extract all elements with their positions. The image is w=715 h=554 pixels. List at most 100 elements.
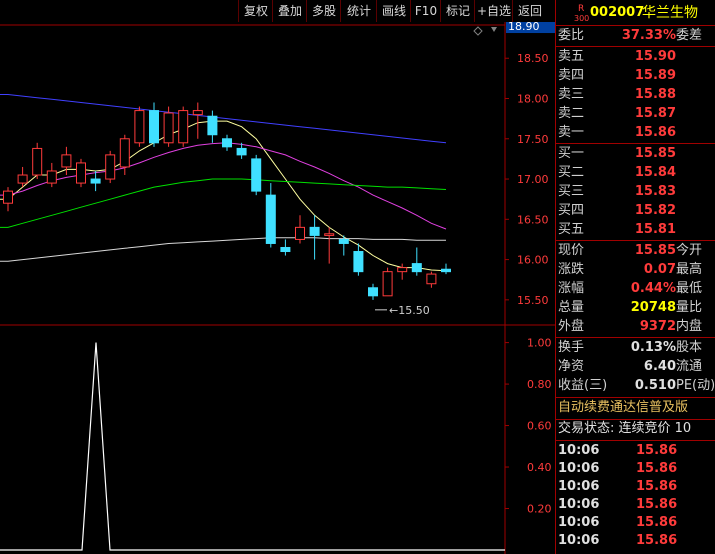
candle-body	[46, 170, 57, 184]
tick-time: 10:06	[558, 479, 600, 494]
toolbar-button-1[interactable]: 叠加	[272, 0, 307, 22]
ask-row-value: 15.86	[634, 125, 676, 140]
candle-body	[309, 226, 320, 236]
order-ratio-label: 委比	[558, 28, 585, 43]
tick-row: 10:06 15.86	[556, 496, 715, 514]
ask-row: 卖四 15.89	[556, 67, 715, 85]
candle-body	[119, 138, 130, 168]
toolbar-button-2[interactable]: 多股	[306, 0, 341, 22]
indicator-line	[0, 342, 505, 551]
low-annotation-label: ←15.50	[389, 304, 430, 317]
dropdown-icon	[491, 27, 497, 32]
bid-row-value: 15.81	[634, 222, 676, 237]
candle-body	[163, 112, 174, 144]
price-tick-label: 16.50	[517, 213, 549, 226]
candle-body	[105, 154, 116, 180]
candle-body	[251, 158, 262, 192]
candle-body	[295, 226, 305, 240]
indicator-tick-label: 0.20	[527, 503, 552, 516]
ask-row-label: 卖五	[558, 49, 585, 64]
finance-row-value: 0.13%	[630, 340, 676, 355]
bid-row-value: 15.83	[634, 184, 676, 199]
quote-panel: R 300 002007 华兰生物 委比 37.33% 委差 卖五 15.90 卖四…	[555, 0, 715, 554]
toolbar-button-7[interactable]: +自选	[474, 0, 513, 22]
trade-status-row: 交易状态: 连续竞价 10	[556, 420, 715, 438]
ask-row: 卖一 15.86	[556, 124, 715, 142]
indicator-tick-label: 0.40	[527, 461, 552, 474]
quote-row-label: 总量	[558, 300, 585, 315]
indicator-tick-label: 0.80	[527, 378, 552, 391]
bid-row: 买五 15.81	[556, 221, 715, 239]
tick-time: 10:06	[558, 461, 600, 476]
tick-price: 15.86	[636, 479, 678, 494]
quote-row: 总量 20748 量比	[556, 299, 715, 317]
ask-row: 卖五 15.90	[556, 48, 715, 66]
toolbar-button-8[interactable]: 返回	[512, 0, 547, 22]
ma-line	[0, 178, 447, 228]
quote-row-label2: 最低	[676, 281, 703, 296]
candle-body	[178, 110, 189, 144]
candle-body	[265, 194, 276, 244]
bid-row: 买一 15.85	[556, 145, 715, 163]
toolbar-button-5[interactable]: F10	[410, 0, 441, 22]
tick-time: 10:06	[558, 443, 600, 458]
tick-price: 15.86	[636, 515, 678, 530]
tick-row: 10:06 15.86	[556, 442, 715, 460]
ask-row-value: 15.88	[634, 87, 676, 102]
bid-row-label: 买五	[558, 222, 585, 237]
tick-row: 10:06 15.86	[556, 514, 715, 532]
ask-row-label: 卖三	[558, 87, 585, 102]
quote-row: 现价 15.85 今开	[556, 242, 715, 260]
toolbar-button-6[interactable]: 标记	[440, 0, 475, 22]
finance-row-value: 6.40	[643, 359, 676, 374]
ask-row-label: 卖二	[558, 106, 585, 121]
finance-row-label2: PE(动)	[676, 378, 715, 393]
candle-body	[368, 287, 378, 297]
ask-row-value: 15.87	[634, 106, 676, 121]
candle-body	[411, 263, 422, 273]
indicator-tick-label: 1.00	[527, 337, 552, 350]
order-ratio-value: 37.33%	[621, 28, 676, 43]
toolbar-button-4[interactable]: 画线	[376, 0, 411, 22]
candle-body	[149, 110, 159, 144]
bid-row: 买四 15.82	[556, 202, 715, 220]
ask-row-value: 15.90	[634, 49, 676, 64]
candle-body	[61, 154, 72, 168]
notice-text[interactable]: 自动续费通达信普及版	[558, 399, 688, 417]
quote-row: 涨幅 0.44% 最低	[556, 280, 715, 298]
quote-row-value: 0.07	[643, 262, 676, 277]
ask-row-label: 卖四	[558, 68, 585, 83]
candle-body	[353, 251, 364, 273]
price-tick-label: 18.00	[517, 93, 549, 106]
quote-row-label2: 今开	[676, 243, 703, 258]
bid-row-label: 买二	[558, 165, 585, 180]
candle-body	[382, 271, 393, 297]
quote-row-label2: 量比	[676, 300, 703, 315]
kline-chart[interactable]: 18.50 18.00 17.50 17.00 16.50 16.00 15.50 18.90…	[0, 22, 555, 554]
chart-svg[interactable]: 18.50 18.00 17.50 17.00 16.50 16.00 15.50 18.90…	[0, 22, 555, 554]
order-diff-label: 委差	[676, 28, 703, 43]
quote-row: 外盘 9372 内盘	[556, 318, 715, 336]
candle-body	[32, 147, 43, 176]
toolbar-button-0[interactable]: 复权	[238, 0, 273, 22]
quote-row-label2: 内盘	[676, 319, 703, 334]
candle-body	[90, 178, 101, 184]
separator	[556, 46, 715, 47]
bid-row-label: 买四	[558, 203, 585, 218]
tick-time: 10:06	[558, 515, 600, 530]
candle-body	[222, 138, 232, 148]
toolbar-button-3[interactable]: 统计	[340, 0, 377, 22]
notice-row[interactable]: 自动续费通达信普及版	[556, 399, 715, 417]
candle-body	[338, 238, 349, 244]
price-tick-label: 17.00	[517, 173, 549, 186]
quote-row-value: 9372	[639, 319, 676, 334]
tick-price: 15.86	[636, 533, 678, 548]
tick-price: 15.86	[636, 443, 678, 458]
trade-status-text: 交易状态: 连续竞价 10	[558, 421, 692, 436]
candle-body	[207, 115, 218, 136]
separator	[556, 440, 715, 441]
candle-body	[397, 267, 408, 273]
finance-row-label: 收益(三)	[558, 378, 608, 393]
stock-header: R 300 002007 华兰生物	[556, 4, 715, 23]
quote-row-label: 涨幅	[558, 281, 585, 296]
